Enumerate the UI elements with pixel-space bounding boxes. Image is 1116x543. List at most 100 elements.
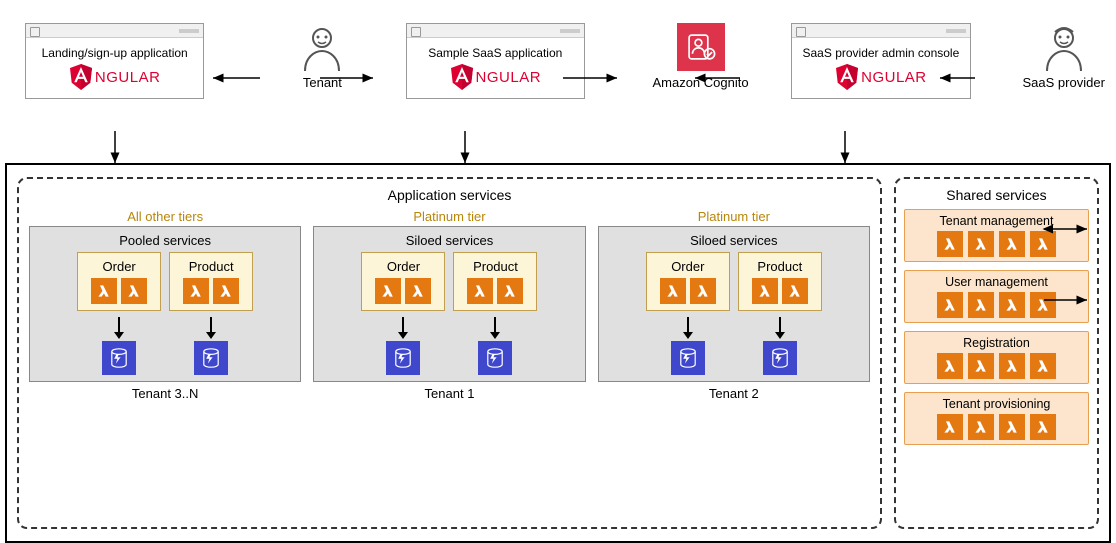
browser-chrome: [792, 24, 969, 38]
angular-shield-icon: [69, 64, 93, 90]
service-name: Product: [458, 259, 532, 274]
cognito-icon: [677, 23, 725, 71]
shared-services-panel: Shared services Tenant management User m…: [894, 177, 1099, 529]
lambda-icon: [1030, 353, 1056, 379]
dynamodb-icon: [386, 341, 420, 375]
tier-block: Platinum tier Siloed services Order: [598, 209, 870, 401]
lambda-icon: [968, 292, 994, 318]
tier-box-title: Siloed services: [320, 233, 578, 248]
arrow-down-icon: [402, 317, 404, 337]
tier-block: All other tiers Pooled services Order: [29, 209, 301, 401]
service-card: Product: [738, 252, 822, 311]
lambda-icon: [937, 414, 963, 440]
dynamodb-icon: [671, 341, 705, 375]
service-card: Product: [453, 252, 537, 311]
lambda-icon: [660, 278, 686, 304]
lambda-icon: [690, 278, 716, 304]
lambda-icon: [968, 414, 994, 440]
shared-service-title: Tenant management: [911, 214, 1082, 228]
service-column: Product: [169, 252, 253, 375]
shared-services-title: Shared services: [904, 187, 1089, 203]
angular-badge: NGULAR: [798, 64, 963, 90]
angular-text: NGULAR: [95, 69, 161, 86]
lambda-icon: [405, 278, 431, 304]
sample-app-title: Sample SaaS application: [413, 46, 578, 60]
angular-badge: NGULAR: [32, 64, 197, 90]
landing-app-window: Landing/sign-up application NGULAR: [25, 23, 204, 99]
provider-actor: SaaS provider: [1016, 23, 1111, 90]
tenant-actor: Tenant: [275, 23, 370, 90]
tier-label: Platinum tier: [313, 209, 585, 224]
dynamodb-icon: [478, 341, 512, 375]
arrow-down-icon: [494, 317, 496, 337]
tier-block: Platinum tier Siloed services Order: [313, 209, 585, 401]
angular-text: NGULAR: [476, 69, 542, 86]
shared-service-title: Registration: [911, 336, 1082, 350]
lambda-icon: [213, 278, 239, 304]
lambda-icon: [1030, 292, 1056, 318]
service-column: Order: [361, 252, 445, 375]
angular-text: NGULAR: [861, 69, 927, 86]
shared-service-card: Tenant provisioning: [904, 392, 1089, 445]
shared-service-card: Tenant management: [904, 209, 1089, 262]
lambda-icon: [999, 231, 1025, 257]
shared-service-title: Tenant provisioning: [911, 397, 1082, 411]
lambda-icon: [1030, 231, 1056, 257]
tenant-label: Tenant 1: [313, 386, 585, 401]
lambda-icon: [782, 278, 808, 304]
sample-app-window: Sample SaaS application NGULAR: [406, 23, 585, 99]
tier-box-title: Pooled services: [36, 233, 294, 248]
arrow-down-icon: [779, 317, 781, 337]
shared-service-title: User management: [911, 275, 1082, 289]
tenant-label: Tenant 2: [598, 386, 870, 401]
lambda-icon: [375, 278, 401, 304]
service-column: Product: [453, 252, 537, 375]
lambda-icon: [1030, 414, 1056, 440]
shared-service-card: Registration: [904, 331, 1089, 384]
lambda-icon: [999, 353, 1025, 379]
service-card: Order: [646, 252, 730, 311]
tenant-label: Tenant: [275, 75, 370, 90]
service-name: Product: [174, 259, 248, 274]
lambda-icon: [937, 231, 963, 257]
application-services-panel: Application services All other tiers Poo…: [17, 177, 882, 529]
lambda-icon: [467, 278, 493, 304]
lambda-icon: [999, 414, 1025, 440]
service-column: Order: [646, 252, 730, 375]
arrow-down-icon: [687, 317, 689, 337]
tier-box: Siloed services Order: [598, 226, 870, 382]
dynamodb-icon: [763, 341, 797, 375]
tier-box-title: Siloed services: [605, 233, 863, 248]
angular-shield-icon: [835, 64, 859, 90]
user-icon: [297, 23, 347, 73]
angular-badge: NGULAR: [413, 64, 578, 90]
architecture-container: Application services All other tiers Poo…: [5, 163, 1111, 543]
browser-chrome: [26, 24, 203, 38]
landing-app-title: Landing/sign-up application: [32, 46, 197, 60]
service-card: Order: [361, 252, 445, 311]
service-column: Order: [77, 252, 161, 375]
service-column: Product: [738, 252, 822, 375]
admin-app-title: SaaS provider admin console: [798, 46, 963, 60]
dynamodb-icon: [194, 341, 228, 375]
service-name: Order: [651, 259, 725, 274]
lambda-icon: [937, 353, 963, 379]
lambda-icon: [497, 278, 523, 304]
lambda-icon: [999, 292, 1025, 318]
user-icon: [1039, 23, 1089, 73]
cognito-label: Amazon Cognito: [646, 75, 756, 90]
lambda-icon: [121, 278, 147, 304]
service-card: Product: [169, 252, 253, 311]
tenant-label: Tenant 3..N: [29, 386, 301, 401]
provider-label: SaaS provider: [1016, 75, 1111, 90]
service-name: Product: [743, 259, 817, 274]
angular-shield-icon: [450, 64, 474, 90]
lambda-icon: [968, 231, 994, 257]
tier-label: Platinum tier: [598, 209, 870, 224]
tier-box: Pooled services Order: [29, 226, 301, 382]
service-card: Order: [77, 252, 161, 311]
lambda-icon: [752, 278, 778, 304]
app-services-title: Application services: [29, 187, 870, 203]
service-name: Order: [366, 259, 440, 274]
tier-box: Siloed services Order: [313, 226, 585, 382]
